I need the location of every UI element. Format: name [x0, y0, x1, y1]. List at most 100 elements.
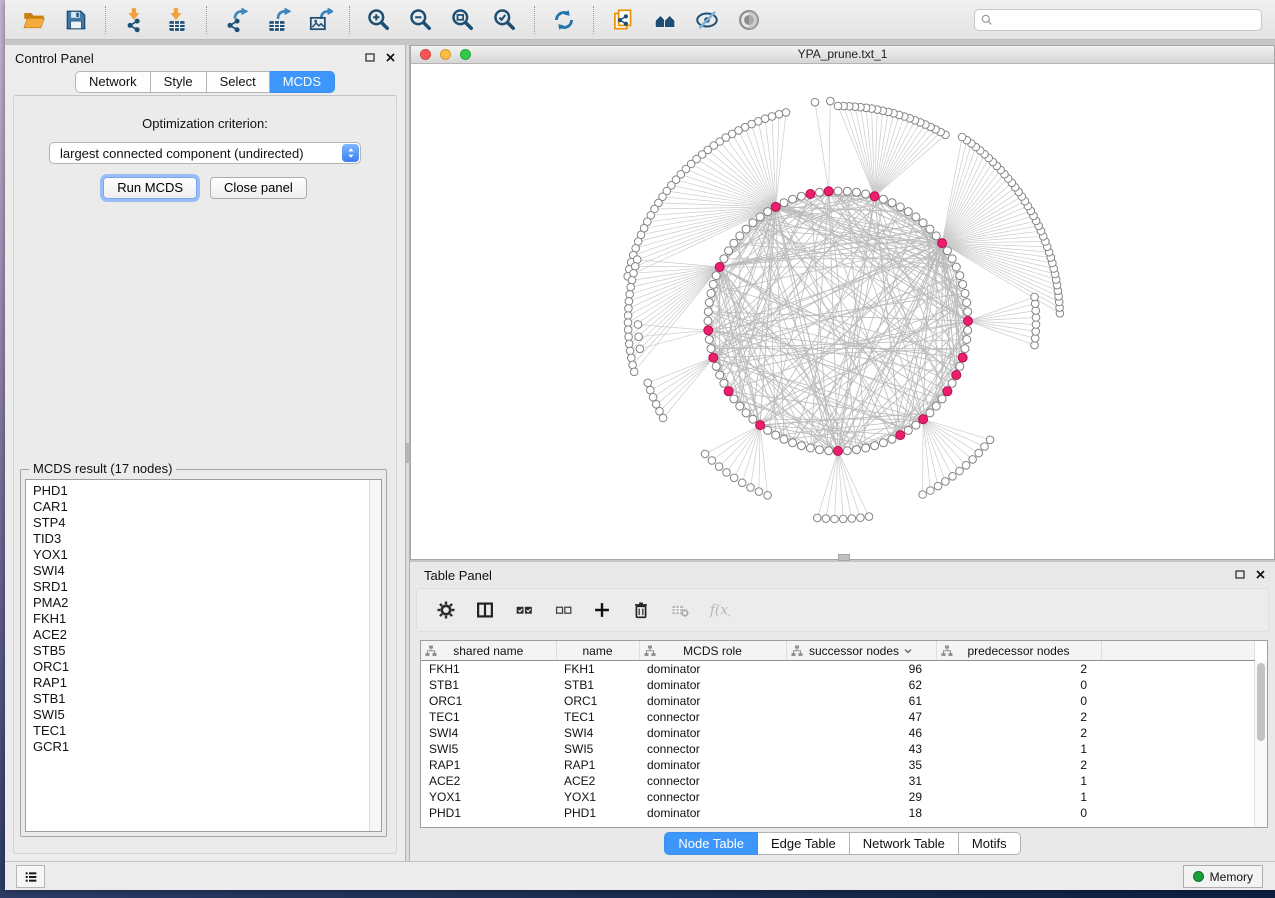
- table-panel-header: Table Panel: [410, 562, 1275, 588]
- column-header-name[interactable]: name: [556, 641, 639, 661]
- import-table-button[interactable]: [161, 4, 193, 36]
- show-panels-button[interactable]: [16, 865, 45, 888]
- table-row[interactable]: ORC1ORC1dominator610: [421, 693, 1255, 709]
- close-panel-button[interactable]: Close panel: [210, 177, 307, 199]
- tab-mcds[interactable]: MCDS: [270, 71, 335, 93]
- network-window-titlebar[interactable]: YPA_prune.txt_1: [411, 46, 1274, 64]
- tab-style[interactable]: Style: [151, 71, 207, 93]
- tab-edge-table[interactable]: Edge Table: [758, 832, 850, 855]
- open-session-button[interactable]: [18, 4, 50, 36]
- mcds-result-item[interactable]: SWI4: [33, 563, 381, 579]
- apply-preferred-layout-button[interactable]: [548, 4, 580, 36]
- table-row[interactable]: YOX1YOX1connector291: [421, 789, 1255, 805]
- table-row[interactable]: ACE2ACE2connector311: [421, 773, 1255, 789]
- mcds-result-item[interactable]: ACE2: [33, 627, 381, 643]
- float-table-panel-icon[interactable]: [1235, 569, 1246, 580]
- mcds-result-item[interactable]: RAP1: [33, 675, 381, 691]
- table-row[interactable]: TEC1TEC1connector472: [421, 709, 1255, 725]
- export-network-button[interactable]: [220, 4, 252, 36]
- apply-preferred-layout-icon: [551, 7, 577, 33]
- table-cell: TEC1: [556, 709, 639, 725]
- zoom-selected-button[interactable]: [489, 4, 521, 36]
- table-cell: connector: [639, 709, 786, 725]
- mcds-result-item[interactable]: YOX1: [33, 547, 381, 563]
- first-neighbors-button[interactable]: [649, 4, 681, 36]
- maximize-window-icon[interactable]: [460, 49, 471, 60]
- column-header-shared-name[interactable]: shared name: [421, 641, 556, 661]
- mcds-result-list[interactable]: PHD1CAR1STP4TID3YOX1SWI4SRD1PMA2FKH1ACE2…: [25, 479, 382, 832]
- tab-select[interactable]: Select: [207, 71, 270, 93]
- network-graph[interactable]: [411, 64, 1274, 559]
- tab-network[interactable]: Network: [75, 71, 151, 93]
- mcds-result-item[interactable]: TEC1: [33, 723, 381, 739]
- column-header-predecessor-nodes[interactable]: predecessor nodes: [936, 641, 1101, 661]
- network-from-selection-button[interactable]: [607, 4, 639, 36]
- table-cell: dominator: [639, 661, 786, 678]
- zoom-fit-button[interactable]: [447, 4, 479, 36]
- network-canvas[interactable]: [411, 64, 1274, 559]
- hide-graphics-details-button[interactable]: [691, 4, 723, 36]
- function-builder-icon: f(x): [708, 599, 730, 621]
- zoom-in-icon: [366, 7, 392, 33]
- close-window-icon[interactable]: [420, 49, 431, 60]
- mcds-result-item[interactable]: TID3: [33, 531, 381, 547]
- horizontal-splitter-handle[interactable]: [838, 554, 850, 561]
- mcds-result-scrollbar[interactable]: [369, 480, 381, 831]
- select-all-rows-button[interactable]: [513, 599, 535, 621]
- minimize-window-icon[interactable]: [440, 49, 451, 60]
- mcds-result-item[interactable]: PHD1: [33, 483, 381, 499]
- splitter-handle[interactable]: [406, 443, 409, 463]
- table-row[interactable]: PHD1PHD1dominator180: [421, 805, 1255, 821]
- tab-node-table[interactable]: Node Table: [664, 832, 758, 855]
- mcds-result-item[interactable]: SRD1: [33, 579, 381, 595]
- memory-button[interactable]: Memory: [1183, 865, 1263, 888]
- sort-arrow-icon[interactable]: [903, 646, 913, 656]
- column-view-button[interactable]: [474, 599, 496, 621]
- zoom-out-button[interactable]: [405, 4, 437, 36]
- table-row[interactable]: RAP1RAP1dominator352: [421, 757, 1255, 773]
- table-row[interactable]: FKH1FKH1dominator962: [421, 661, 1255, 678]
- delete-column-button[interactable]: [630, 599, 652, 621]
- table-row[interactable]: STB1STB1dominator620: [421, 677, 1255, 693]
- table-scrollbar-thumb[interactable]: [1257, 663, 1265, 741]
- table-row[interactable]: SWI5SWI5connector431: [421, 741, 1255, 757]
- save-session-button[interactable]: [60, 4, 92, 36]
- run-mcds-button[interactable]: Run MCDS: [103, 177, 197, 199]
- mcds-result-item[interactable]: ORC1: [33, 659, 381, 675]
- table-scrollbar[interactable]: [1254, 661, 1267, 827]
- close-table-panel-icon[interactable]: [1255, 569, 1266, 580]
- tab-motifs[interactable]: Motifs: [959, 832, 1021, 855]
- column-header-successor-nodes[interactable]: successor nodes: [786, 641, 936, 661]
- column-header-MCDS-role[interactable]: MCDS role: [639, 641, 786, 661]
- table-row[interactable]: SWI4SWI4dominator462: [421, 725, 1255, 741]
- optimization-criterion-select[interactable]: largest connected component (undirected): [49, 142, 361, 164]
- export-table-button[interactable]: [262, 4, 294, 36]
- search-box[interactable]: [974, 9, 1262, 31]
- mcds-result-item[interactable]: STB5: [33, 643, 381, 659]
- mcds-result-item[interactable]: STB1: [33, 691, 381, 707]
- table-cell: 1: [936, 773, 1101, 789]
- add-column-icon: [591, 599, 613, 621]
- mcds-result-item[interactable]: PMA2: [33, 595, 381, 611]
- search-input[interactable]: [994, 12, 1256, 28]
- settings-gear-button[interactable]: [435, 599, 457, 621]
- export-image-button[interactable]: [304, 4, 336, 36]
- zoom-in-button[interactable]: [363, 4, 395, 36]
- close-panel-icon[interactable]: [385, 52, 396, 63]
- toolbar-separator: [105, 6, 106, 34]
- add-column-button[interactable]: [591, 599, 613, 621]
- mcds-result-item[interactable]: FKH1: [33, 611, 381, 627]
- deselect-all-rows-button[interactable]: [552, 599, 574, 621]
- float-window-icon[interactable]: [365, 52, 376, 63]
- mcds-result-title: MCDS result (17 nodes): [29, 461, 176, 476]
- mcds-result-item[interactable]: SWI5: [33, 707, 381, 723]
- zoom-selected-icon: [492, 7, 518, 33]
- mcds-result-item[interactable]: GCR1: [33, 739, 381, 755]
- column-label: shared name: [453, 644, 523, 658]
- mcds-result-item[interactable]: STP4: [33, 515, 381, 531]
- tab-network-table[interactable]: Network Table: [850, 832, 959, 855]
- import-network-button[interactable]: [119, 4, 151, 36]
- delete-table-icon: [669, 599, 691, 621]
- show-graphics-details-button[interactable]: [733, 4, 765, 36]
- mcds-result-item[interactable]: CAR1: [33, 499, 381, 515]
